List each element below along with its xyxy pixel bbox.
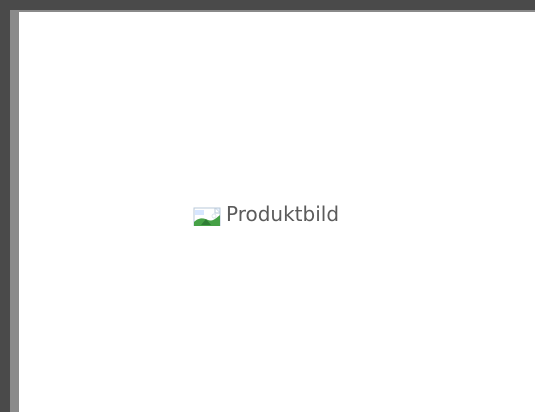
broken-image-icon (191, 202, 225, 227)
product-image: Produktbild (191, 202, 340, 227)
product-image-alt-text: Produktbild (226, 202, 340, 226)
product-image-panel: Produktbild (19, 12, 535, 412)
